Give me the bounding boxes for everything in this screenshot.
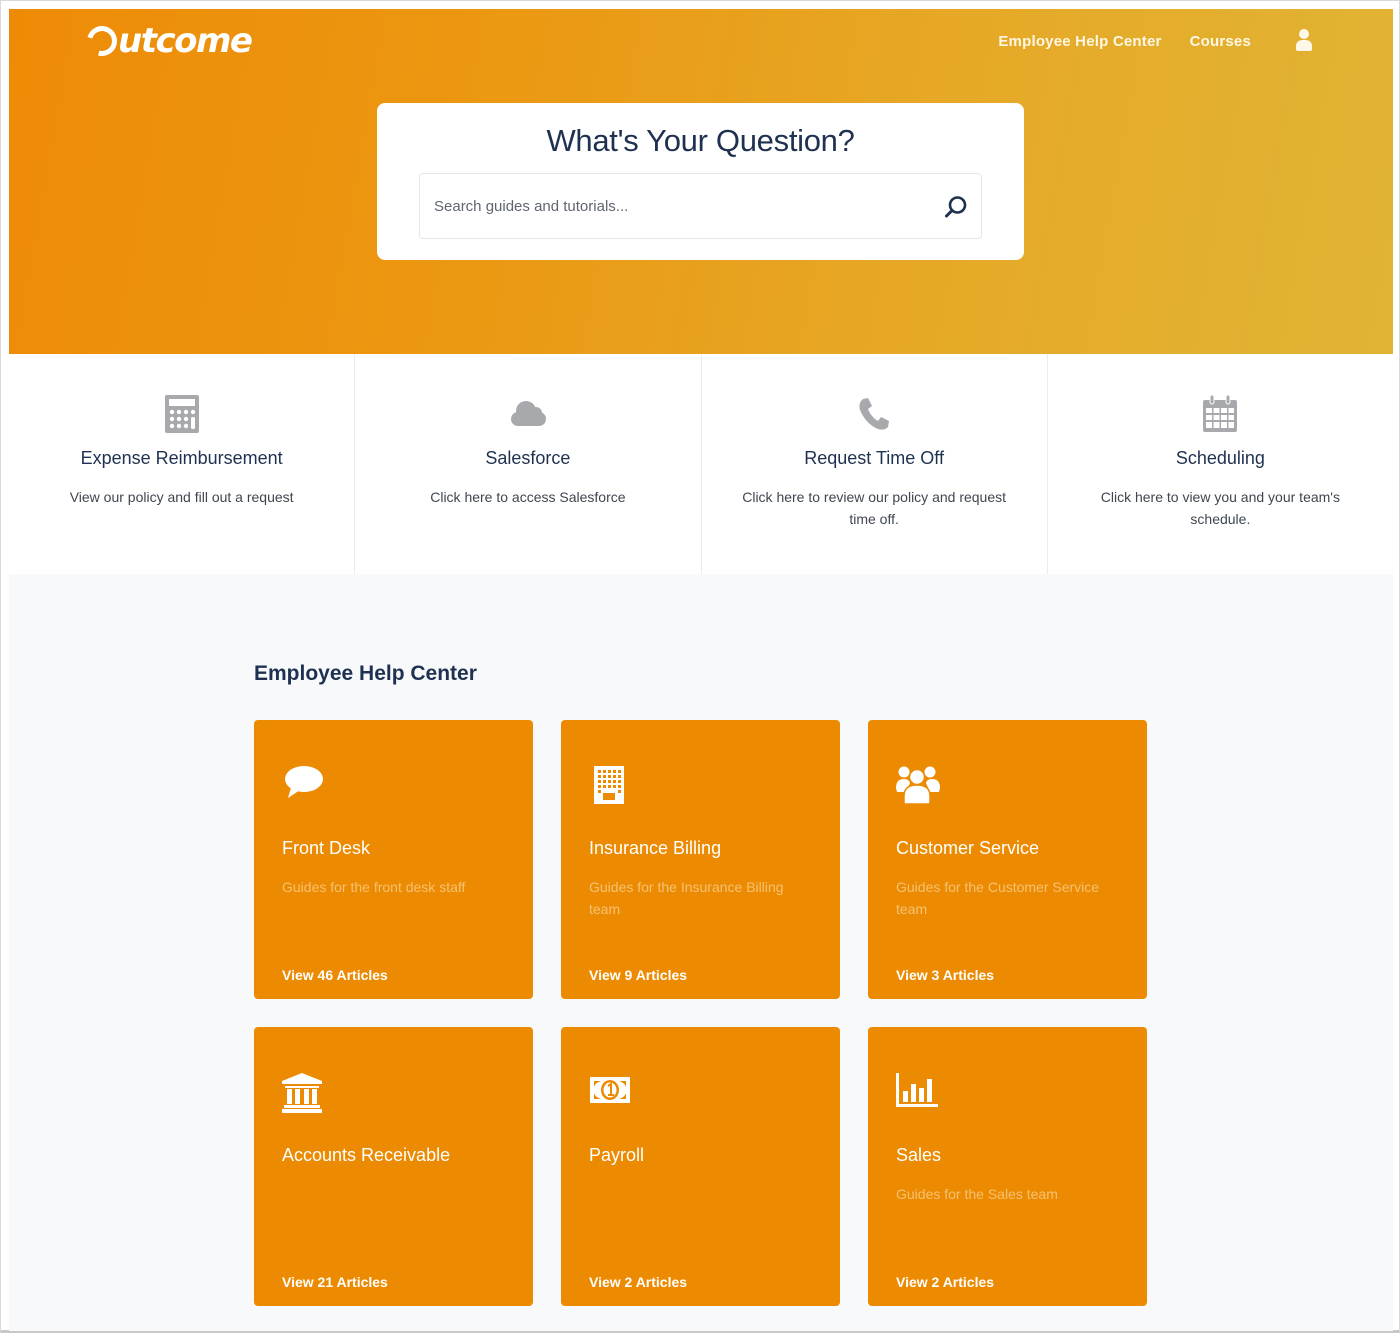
logo-o-icon	[81, 20, 123, 62]
quicklink-request-time-off[interactable]: Request Time Off Click here to review ou…	[702, 354, 1048, 574]
search-title: What's Your Question?	[546, 123, 855, 158]
nav-employee-help-center[interactable]: Employee Help Center	[998, 33, 1161, 50]
view-articles-link[interactable]: View 46 Articles	[282, 967, 388, 983]
top-nav: Employee Help Center Courses	[998, 29, 1313, 53]
view-articles-link[interactable]: View 9 Articles	[589, 967, 687, 983]
quick-links: Expense Reimbursement View our policy an…	[9, 354, 1393, 574]
category-name: Payroll	[589, 1145, 645, 1165]
category-tile-customer-service[interactable]: Customer Service Guides for the Customer…	[868, 720, 1147, 999]
quicklink-scheduling[interactable]: Scheduling Click here to view you and yo…	[1048, 354, 1393, 574]
cloud-icon	[508, 394, 548, 434]
phone-icon	[854, 394, 894, 434]
category-description: Guides for the front desk staff	[282, 879, 466, 895]
calculator-icon	[162, 394, 202, 434]
category-description: Guides for the Customer Service team	[896, 879, 1100, 917]
bank-icon	[282, 1071, 326, 1115]
quicklink-description: View our policy and fill out a request	[69, 489, 294, 505]
quicklink-description: Click here to review our policy and requ…	[742, 489, 1007, 527]
category-tile-front-desk[interactable]: Front Desk Guides for the front desk sta…	[254, 720, 533, 999]
search-card: What's Your Question?	[377, 103, 1024, 260]
quicklink-title: Expense Reimbursement	[80, 448, 283, 468]
category-tile-insurance-billing[interactable]: Insurance Billing Guides for the Insuran…	[561, 720, 840, 999]
category-name: Customer Service	[896, 838, 1040, 858]
category-tile-payroll[interactable]: Payroll View 2 Articles	[561, 1027, 840, 1306]
category-description: Guides for the Sales team	[896, 1186, 1058, 1202]
search-input[interactable]	[420, 174, 981, 238]
category-tile-sales[interactable]: Sales Guides for the Sales team View 2 A…	[868, 1027, 1147, 1306]
category-name: Front Desk	[282, 838, 371, 858]
help-center-title: Employee Help Center	[254, 662, 477, 685]
quicklink-description: Click here to view you and your team's s…	[1100, 489, 1340, 527]
browser-frame: utcome Employee Help Center Courses What…	[0, 0, 1400, 1333]
category-name: Accounts Receivable	[282, 1145, 451, 1165]
chat-bubble-icon	[282, 764, 326, 808]
category-name: Sales	[896, 1145, 942, 1165]
category-name: Insurance Billing	[589, 838, 722, 858]
view-articles-link[interactable]: View 3 Articles	[896, 967, 994, 983]
nav-courses[interactable]: Courses	[1190, 33, 1251, 50]
search-icon[interactable]	[943, 194, 969, 220]
quicklink-title: Salesforce	[485, 448, 571, 468]
view-articles-link[interactable]: View 21 Articles	[282, 1274, 388, 1290]
hero-header: utcome Employee Help Center Courses What…	[9, 9, 1393, 354]
quicklink-expense-reimbursement[interactable]: Expense Reimbursement View our policy an…	[9, 354, 356, 574]
bar-chart-icon	[896, 1071, 940, 1115]
money-icon	[589, 1071, 633, 1115]
page: utcome Employee Help Center Courses What…	[9, 9, 1393, 1331]
quicklink-title: Scheduling	[1175, 448, 1265, 468]
category-description: Guides for the Insurance Billing team	[589, 879, 784, 917]
building-icon	[589, 764, 633, 808]
user-icon[interactable]	[1295, 29, 1313, 53]
view-articles-link[interactable]: View 2 Articles	[896, 1274, 994, 1290]
quicklink-salesforce[interactable]: Salesforce Click here to access Salesfor…	[355, 354, 702, 574]
users-icon	[896, 764, 940, 808]
category-tile-accounts-receivable[interactable]: Accounts Receivable View 21 Articles	[254, 1027, 533, 1306]
search-box	[419, 173, 982, 239]
quicklink-title: Request Time Off	[804, 448, 944, 468]
quicklink-description: Click here to access Salesforce	[430, 489, 626, 505]
calendar-icon	[1200, 394, 1240, 434]
logo-text: utcome	[118, 21, 253, 61]
logo[interactable]: utcome	[81, 19, 253, 63]
category-grid: Front Desk Guides for the front desk sta…	[254, 720, 1147, 1306]
view-articles-link[interactable]: View 2 Articles	[589, 1274, 687, 1290]
